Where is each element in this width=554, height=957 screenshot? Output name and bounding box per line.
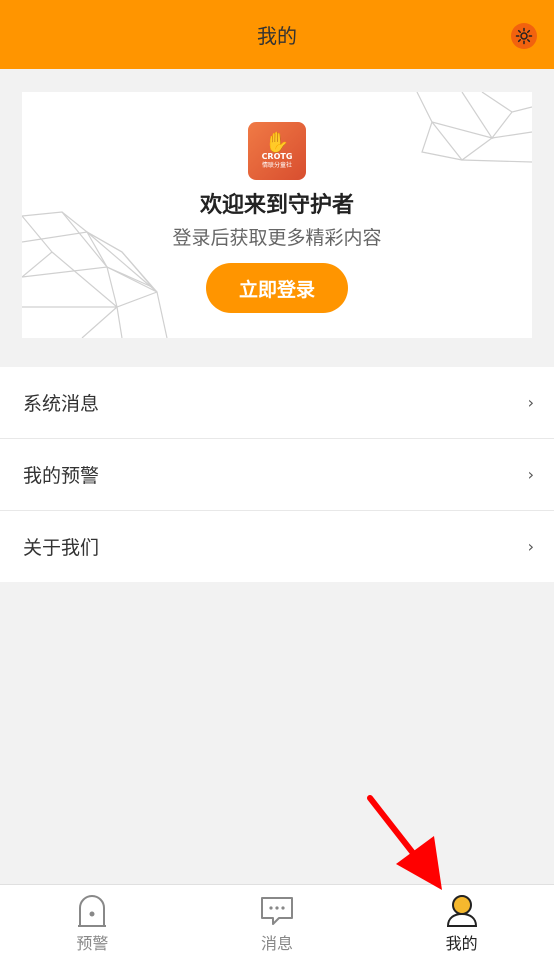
welcome-title: 欢迎来到守护者 (199, 193, 354, 218)
menu-item-label: 我的预警 (23, 465, 100, 487)
pointer-arrow-annotation (367, 795, 442, 890)
chevron-right-icon: › (527, 393, 534, 412)
tab-label: 预警 (76, 934, 109, 953)
chevron-right-icon: › (527, 537, 534, 556)
gear-icon (515, 27, 533, 45)
user-icon (446, 895, 477, 927)
hand-icon: ✋ (264, 130, 290, 154)
tab-messages[interactable]: 消息 (185, 885, 370, 957)
chat-bubble-icon (261, 897, 293, 925)
menu-item-my-alerts[interactable]: 我的预警 › (0, 439, 554, 511)
welcome-card: ✋ CROTG 情联分童社 欢迎来到守护者 登录后获取更多精彩内容 立即登录 (22, 92, 532, 338)
menu-item-system-messages[interactable]: 系统消息 › (0, 367, 554, 439)
chevron-right-icon: › (527, 465, 534, 484)
login-button[interactable]: 立即登录 (206, 263, 348, 313)
welcome-subtitle: 登录后获取更多精彩内容 (172, 227, 382, 249)
bottom-tab-bar: 预警 消息 我的 (0, 884, 554, 957)
header-bar: 我的 (0, 0, 554, 69)
menu-item-label: 关于我们 (23, 537, 100, 559)
logo-text: CROTG (261, 152, 293, 161)
tab-label: 消息 (261, 934, 294, 953)
app-logo: ✋ CROTG 情联分童社 (248, 122, 306, 180)
alarm-icon (78, 895, 107, 927)
tab-label: 我的 (445, 934, 478, 953)
logo-subtext: 情联分童社 (261, 162, 292, 169)
tab-mine[interactable]: 我的 (369, 885, 554, 957)
menu-list: 系统消息 › 我的预警 › 关于我们 › (0, 367, 554, 582)
menu-item-about-us[interactable]: 关于我们 › (0, 511, 554, 582)
tab-alerts[interactable]: 预警 (0, 885, 185, 957)
menu-item-label: 系统消息 (23, 393, 100, 415)
settings-button[interactable] (511, 23, 537, 49)
page-title: 我的 (257, 24, 297, 48)
